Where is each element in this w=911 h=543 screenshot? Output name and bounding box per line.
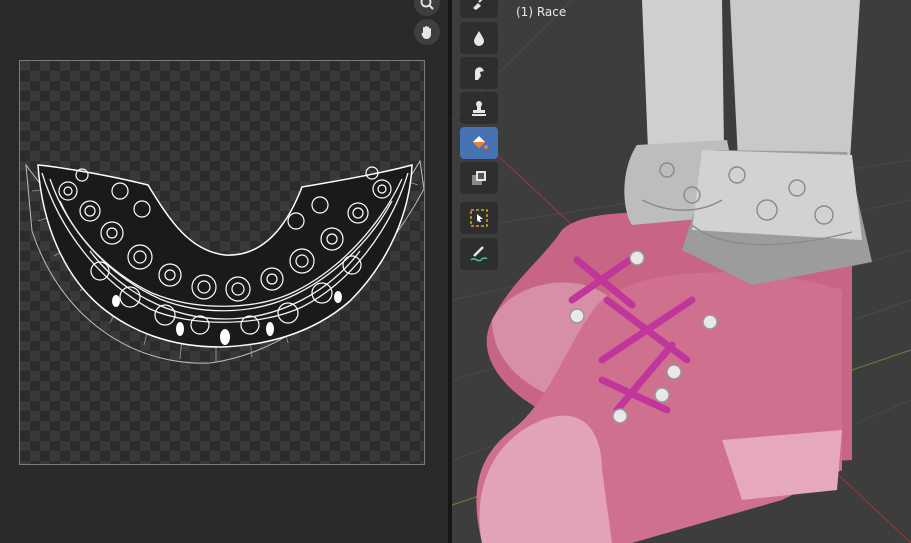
clone-tool[interactable] [460,92,498,124]
active-object-label: (1) Race [516,5,567,19]
select-box-tool[interactable] [460,202,498,234]
mask-tool[interactable] [460,162,498,194]
image-editor-panel [0,0,448,543]
select-box-icon [470,209,488,227]
annotate-pencil-icon [470,246,488,262]
mask-icon [472,171,486,185]
draw-brush-tool[interactable] [460,0,498,18]
zoom-icon[interactable] [414,0,440,16]
paint-bucket-icon [473,136,488,149]
finger-smear-icon [475,67,484,80]
3d-viewport[interactable]: (1) Race [452,0,911,543]
smear-tool[interactable] [460,57,498,89]
drop-icon [474,31,484,46]
viewport-scene [452,0,911,543]
texture-canvas[interactable] [19,60,425,465]
fill-tool[interactable] [460,127,498,159]
navigation-gizmo [412,0,442,60]
blur-tool[interactable] [460,22,498,54]
tool-shelf [459,0,499,272]
brush-icon [473,0,483,10]
stamp-icon [472,101,486,116]
lace-collar-uv-texture [25,159,424,364]
hand-pan-icon[interactable] [414,19,440,45]
annotate-tool[interactable] [460,238,498,270]
